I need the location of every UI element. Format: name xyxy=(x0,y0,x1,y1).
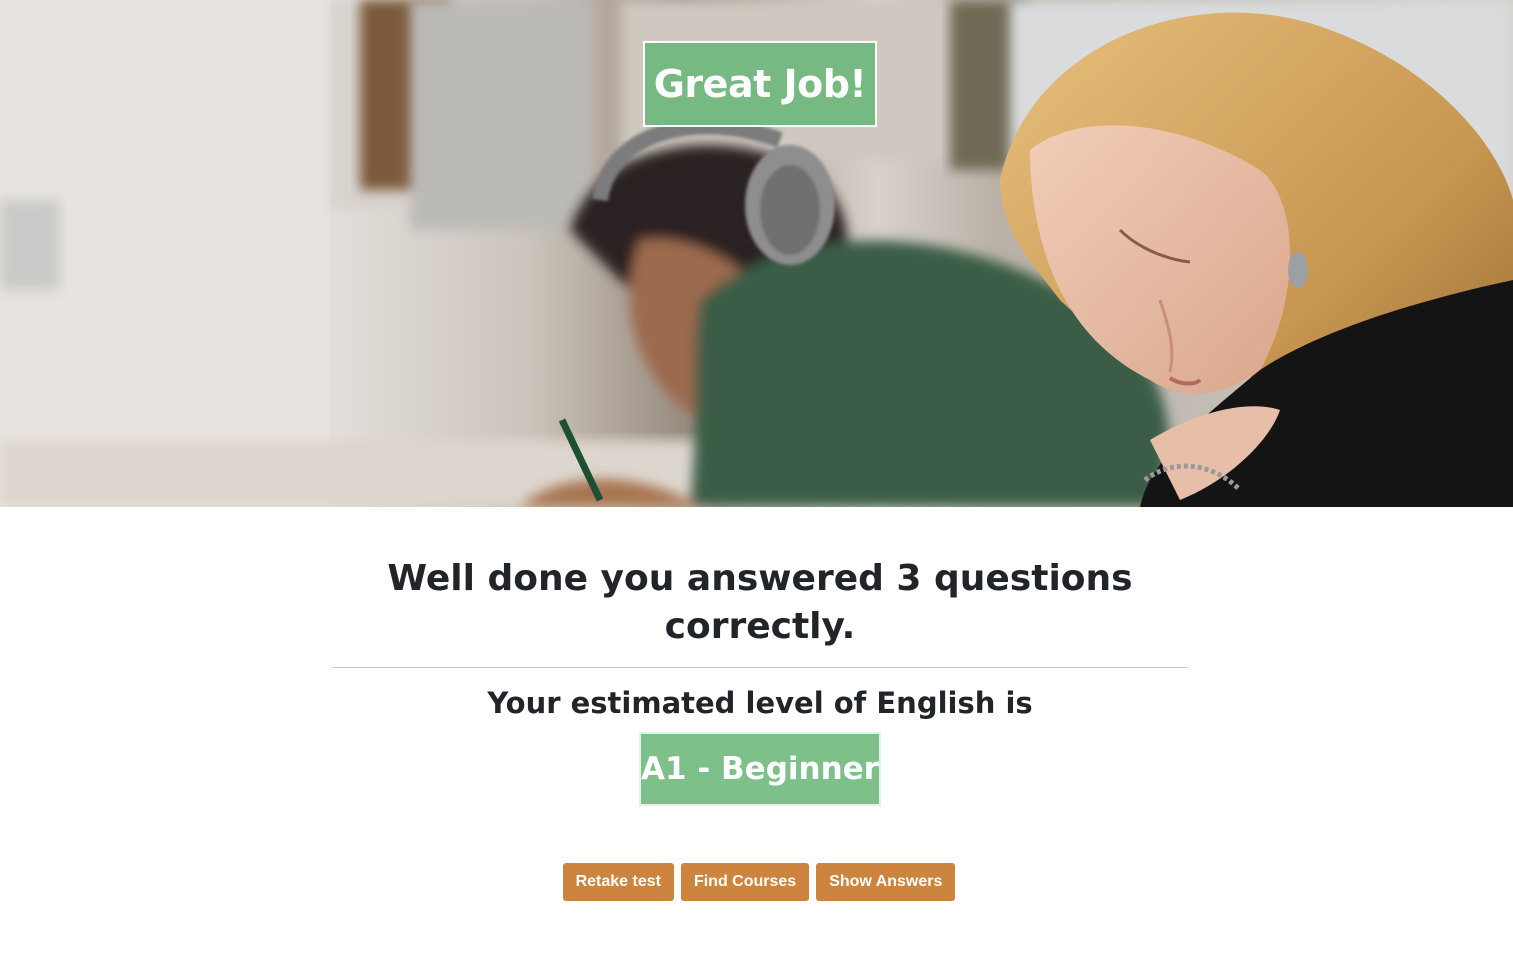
divider xyxy=(332,667,1188,668)
retake-test-button[interactable]: Retake test xyxy=(562,863,674,901)
hero-banner: Great Job! xyxy=(0,0,1513,507)
level-intro-text: Your estimated level of English is xyxy=(487,686,1033,720)
action-buttons: Retake test Find Courses Show Answers xyxy=(0,863,1513,901)
great-job-text: Great Job! xyxy=(653,62,867,106)
result-headline: Well done you answered 3 questions corre… xyxy=(387,558,1133,647)
english-level-badge: A1 - Beginner xyxy=(639,732,881,806)
great-job-badge: Great Job! xyxy=(643,41,877,127)
find-courses-button[interactable]: Find Courses xyxy=(680,863,810,901)
show-answers-button[interactable]: Show Answers xyxy=(816,863,956,901)
result-section: Well done you answered 3 questions corre… xyxy=(0,507,1513,954)
english-level-text: A1 - Beginner xyxy=(641,751,879,787)
